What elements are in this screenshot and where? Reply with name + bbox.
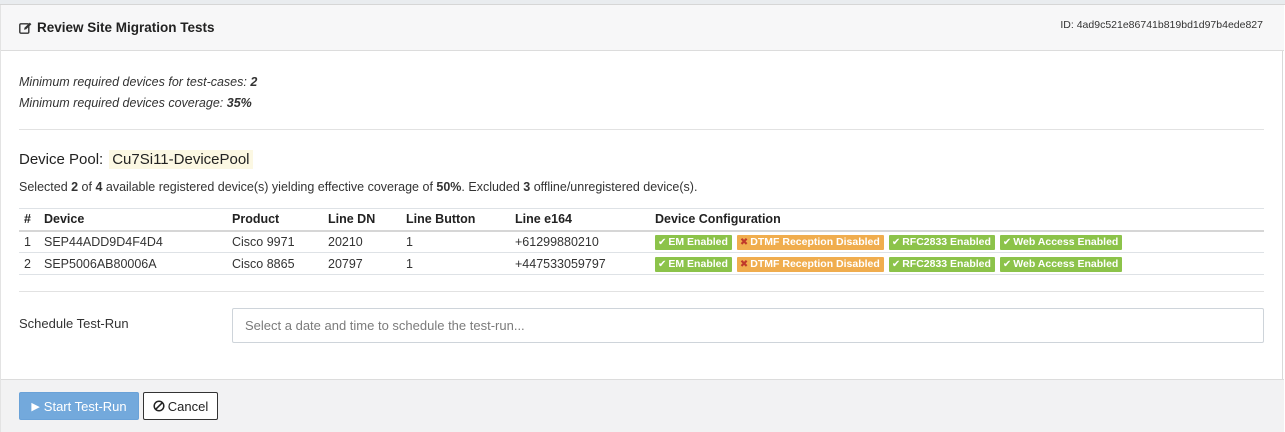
- device-pool-label: Device Pool:: [19, 151, 104, 168]
- x-icon: ✖: [739, 236, 749, 248]
- device-pool-name: Cu7Si11-DevicePool: [109, 150, 253, 169]
- col-header-product: Product: [232, 212, 280, 227]
- device-table: # Device Product Line DN Line Button Lin…: [19, 208, 1264, 275]
- check-icon: ✔: [1002, 236, 1012, 248]
- check-icon: ✔: [1002, 258, 1012, 270]
- divider: [19, 291, 1264, 292]
- modal-header: Review Site Migration Tests ID: 4ad9c521…: [1, 5, 1284, 51]
- cell-device: SEP5006AB80006A: [39, 252, 227, 275]
- start-test-run-button[interactable]: ▶ Start Test-Run: [19, 392, 139, 420]
- edit-icon: [19, 22, 32, 34]
- badge-web-access-enabled: ✔ Web Access Enabled: [999, 256, 1123, 272]
- check-icon: ✔: [891, 236, 901, 248]
- col-header-device-config: Device Configuration: [655, 212, 781, 227]
- cell-product: Cisco 8865: [227, 252, 323, 275]
- modal-title-text: Review Site Migration Tests: [37, 20, 215, 35]
- schedule-datetime-input[interactable]: [232, 308, 1264, 343]
- min-devices-testcases: Minimum required devices for test-cases:…: [19, 75, 258, 89]
- min-devices-coverage-value: 35%: [226, 96, 252, 110]
- play-icon: ▶: [31, 400, 40, 413]
- cell-line-dn: 20797: [323, 252, 401, 275]
- col-header-device: Device: [44, 212, 85, 227]
- min-devices-coverage: Minimum required devices coverage: 35%: [19, 96, 252, 110]
- cell-line-button: 1: [401, 252, 510, 275]
- badge-rfc2833-enabled: ✔ RFC2833 Enabled: [888, 234, 995, 250]
- check-icon: ✔: [658, 258, 667, 270]
- modal-footer: ▶ Start Test-Run Cancel: [1, 379, 1284, 432]
- cell-device-config: ✔ EM Enabled ✖ DTMF Reception Disabled ✔ RFC2…: [650, 252, 1264, 275]
- review-modal: Review Site Migration Tests ID: 4ad9c521…: [0, 5, 1284, 432]
- modal-title: Review Site Migration Tests: [19, 20, 215, 35]
- badge-dtmf-disabled: ✖ DTMF Reception Disabled: [736, 234, 884, 250]
- cell-num: 2: [19, 252, 39, 275]
- cell-line-e164: +61299880210: [510, 230, 650, 253]
- cell-line-dn: 20210: [323, 230, 401, 253]
- badge-rfc2833-enabled: ✔ RFC2833 Enabled: [888, 256, 995, 272]
- badge-web-access-enabled: ✔ Web Access Enabled: [999, 234, 1123, 250]
- table-row: 1 SEP44ADD9D4F4D4 Cisco 9971 20210 1 +61…: [19, 230, 1264, 253]
- cell-line-button: 1: [401, 230, 510, 253]
- cell-product: Cisco 9971: [227, 230, 323, 253]
- badge-em-enabled: ✔ EM Enabled: [655, 234, 732, 250]
- check-icon: ✔: [891, 258, 901, 270]
- cell-num: 1: [19, 230, 39, 253]
- cancel-button[interactable]: Cancel: [143, 392, 218, 420]
- col-header-line-e164: Line e164: [515, 212, 572, 227]
- badge-dtmf-disabled: ✖ DTMF Reception Disabled: [736, 256, 884, 272]
- cell-device-config: ✔ EM Enabled ✖ DTMF Reception Disabled ✔ RFC2…: [650, 230, 1264, 253]
- cell-line-e164: +447533059797: [510, 252, 650, 275]
- cell-device: SEP44ADD9D4F4D4: [39, 230, 227, 253]
- table-header-row: # Device Product Line DN Line Button Lin…: [19, 208, 1264, 231]
- badge-em-enabled: ✔ EM Enabled: [655, 256, 732, 272]
- device-pool-heading: Device Pool: Cu7Si11-DevicePool: [19, 150, 253, 169]
- ban-icon: [153, 400, 165, 412]
- col-header-line-button: Line Button: [406, 212, 476, 227]
- schedule-label: Schedule Test-Run: [19, 316, 129, 331]
- divider: [19, 129, 1264, 130]
- min-devices-testcases-value: 2: [250, 75, 258, 89]
- check-icon: ✔: [658, 236, 667, 248]
- col-header-num: #: [24, 212, 31, 227]
- table-row: 2 SEP5006AB80006A Cisco 8865 20797 1 +44…: [19, 252, 1264, 275]
- x-icon: ✖: [739, 258, 749, 270]
- selection-summary: Selected 2 of 4 available registered dev…: [19, 180, 698, 194]
- test-id: ID: 4ad9c521e86741b819bd1d97b4ede827: [1060, 19, 1263, 31]
- col-header-line-dn: Line DN: [328, 212, 376, 227]
